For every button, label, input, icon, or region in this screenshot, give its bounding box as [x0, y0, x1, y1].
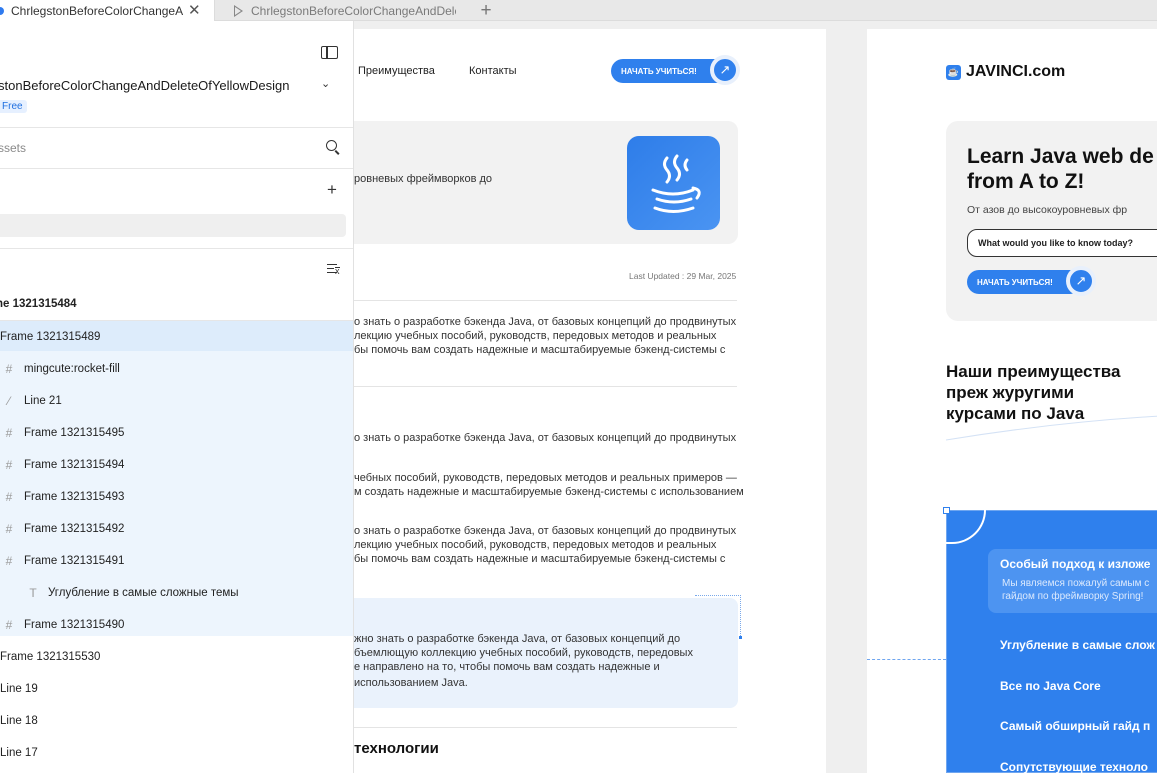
close-icon[interactable]: ✕	[188, 3, 201, 18]
hero-subtitle: От азов до высокоуровневых фр	[967, 204, 1128, 216]
layer-item[interactable]: Line 19	[0, 680, 38, 698]
line-icon: ⁄	[7, 394, 10, 408]
selection-outline	[695, 595, 741, 638]
tab-prototype[interactable]: ChrlegstonBeforeColorChangeAndDeleteOfYe…	[234, 0, 456, 21]
frame-icon: #	[5, 522, 13, 536]
java-cup-icon	[651, 154, 701, 213]
selection-handle[interactable]	[739, 636, 742, 639]
brand-logo: ☕ JAVINCI.com	[946, 63, 1065, 81]
feature-title: Особый подход к изложе	[1000, 557, 1151, 571]
paragraph-line: бы помочь вам создать надежные и масштаб…	[354, 553, 726, 565]
paragraph-line: бы помочь вам создать надежные и масштаб…	[354, 344, 726, 356]
assets-search-input[interactable]: ssets	[0, 141, 26, 155]
tab-bar: ChrlegstonBeforeColorChangeAndDeleteOfYe…	[0, 0, 1157, 21]
paragraph-line: о знать о разработке бэкенда Java, от ба…	[354, 525, 737, 537]
divider	[0, 168, 353, 169]
page-list-item-selected[interactable]	[0, 214, 346, 237]
paragraph-line: о знать о разработке бэкенда Java, от ба…	[354, 316, 737, 328]
layer-item[interactable]: ⁄ Line 21	[0, 392, 62, 410]
layer-item[interactable]: Frame 1321315489	[0, 328, 100, 346]
frame-icon: #	[5, 458, 13, 472]
hero-title-line: Learn Java web de	[967, 145, 1154, 168]
tab-title: ChrlegstonBeforeColorChangeAndDeleteOfYe…	[251, 3, 456, 18]
arrow-up-right-icon[interactable]: ↗	[710, 55, 740, 85]
divider	[354, 386, 737, 387]
layer-item[interactable]: Line 18	[0, 712, 38, 730]
layer-item[interactable]: Frame 1321315530	[0, 648, 100, 666]
layer-item[interactable]: # Frame 1321315490	[0, 616, 125, 634]
paragraph-line: лекцию учебных пособий, руководств, пере…	[354, 539, 717, 551]
section-heading: технологии	[354, 740, 439, 757]
plan-badge: Free	[0, 100, 27, 113]
advantage-item: Углубление в самые слож	[1000, 638, 1155, 652]
hero-title: Learn Java web de from A to Z!	[967, 144, 1154, 194]
advantages-heading-line: Наши преимущества	[946, 362, 1121, 381]
layer-item[interactable]: Line 17	[0, 744, 38, 762]
last-updated: Last Updated : 29 Mar, 2025	[629, 271, 737, 281]
question-input[interactable]: What would you like to know today?	[967, 229, 1157, 257]
arrow-up-right-icon[interactable]: ↗	[1066, 266, 1096, 296]
divider	[0, 248, 353, 249]
layer-item[interactable]: # Frame 1321315491	[0, 552, 125, 570]
frame-icon: #	[5, 426, 13, 440]
plus-icon: +	[480, 0, 492, 21]
feature-description-line: гайдом по фреймворку Spring!	[1002, 591, 1144, 602]
paragraph-line: е направлено на то, чтобы помочь вам соз…	[354, 661, 660, 673]
frame-icon: #	[5, 490, 13, 504]
layer-item[interactable]: # Frame 1321315493	[0, 488, 125, 506]
layers-panel: stonBeforeColorChangeAndDeleteOfYellowDe…	[0, 21, 354, 773]
java-logo-icon: ☕	[946, 64, 961, 80]
layer-item[interactable]: # Frame 1321315495	[0, 424, 125, 442]
collapse-layers-icon[interactable]: x	[327, 263, 341, 276]
nav-advantages[interactable]: Преимущества	[358, 65, 435, 77]
add-page-icon[interactable]: +	[327, 181, 337, 198]
hero-title-line: from A to Z!	[967, 170, 1085, 193]
paragraph-line: жно знать о разработке бэкенда Java, от …	[354, 633, 681, 645]
paragraph-line: лекцию учебных пособий, руководств, пере…	[354, 330, 717, 342]
java-cup-logo	[627, 136, 720, 230]
advantages-heading-line: преж журугими	[946, 383, 1075, 402]
advantage-item: Все по Java Core	[1000, 679, 1101, 693]
layer-item[interactable]: # mingcute:rocket-fill	[0, 360, 120, 378]
divider	[354, 727, 737, 728]
play-icon	[234, 4, 243, 17]
advantage-item: Самый обширный гайд п	[1000, 719, 1151, 733]
divider	[0, 127, 353, 128]
tab-active-file[interactable]: ChrlegstonBeforeColorChangeAndDeleteOfYe…	[0, 0, 215, 21]
active-tab-indicator	[0, 6, 4, 15]
sidebar-toggle-icon[interactable]	[321, 46, 338, 59]
feature-description: Мы являемся пожалуй самым с гайдом по фр…	[1002, 577, 1149, 603]
frame-icon: #	[5, 554, 13, 568]
search-icon[interactable]	[326, 140, 337, 151]
layer-item[interactable]: T Углубление в самые сложные темы	[24, 584, 238, 602]
tab-title: ChrlegstonBeforeColorChangeAndDeleteOfYe…	[11, 3, 183, 18]
paragraph-line: бъемлющую коллекцию учебных пособий, рук…	[354, 647, 693, 659]
paragraph-line: использованием Java.	[354, 677, 468, 689]
paragraph-line: м создать надежные и масштабируемые бэке…	[354, 486, 744, 498]
feature-description-line: Мы являемся пожалуй самым с	[1002, 578, 1150, 589]
cta-button[interactable]: НАЧАТЬ УЧИТЬСЯ!	[967, 270, 1082, 294]
brand-name: JAVINCI.com	[966, 63, 1066, 80]
file-name[interactable]: stonBeforeColorChangeAndDeleteOfYellowDe…	[0, 78, 289, 93]
frame-icon: #	[5, 362, 13, 376]
divider	[354, 300, 737, 301]
paragraph-line: о знать о разработке бэкенда Java, от ба…	[354, 432, 737, 444]
chevron-down-icon[interactable]: ⌄	[321, 77, 330, 90]
connector-line	[867, 659, 946, 660]
decorative-curve	[946, 415, 1157, 441]
paragraph-line: чебных пособий, руководств, передовых ме…	[354, 472, 737, 484]
text-icon: T	[29, 586, 37, 600]
nav-contacts[interactable]: Контакты	[469, 65, 517, 77]
layer-item[interactable]: # Frame 1321315492	[0, 520, 125, 538]
hero-text: ровневых фреймворков до	[354, 173, 493, 185]
layer-item[interactable]: # Frame 1321315494	[0, 456, 125, 474]
advantage-item: Сопутствующие техноло	[1000, 760, 1148, 773]
add-tab-button[interactable]: +	[476, 0, 496, 21]
frame-icon: #	[5, 618, 13, 632]
layer-root-frame[interactable]: ne 1321315484	[0, 298, 77, 310]
